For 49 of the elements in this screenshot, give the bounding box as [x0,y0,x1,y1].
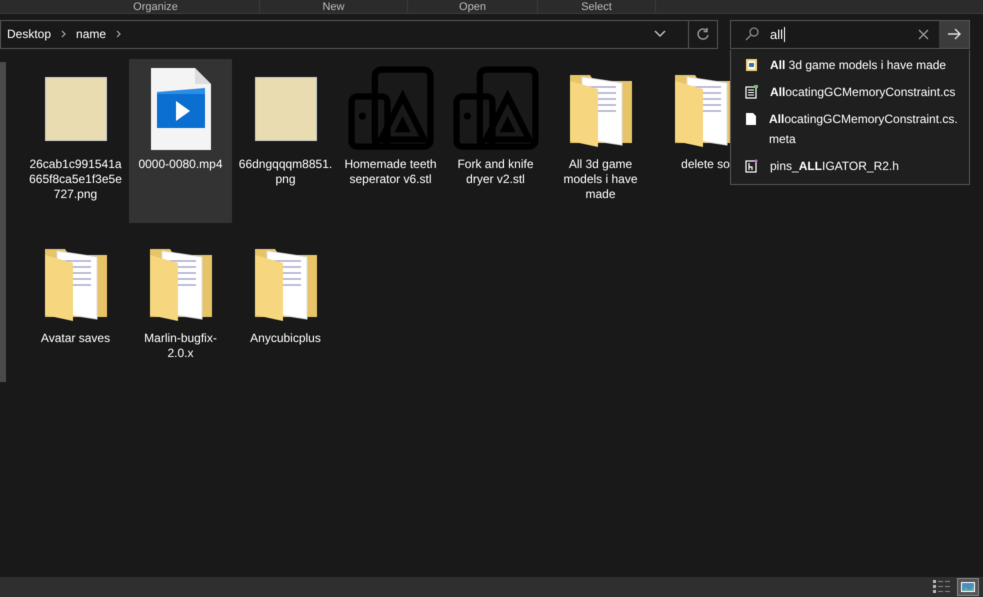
file-item[interactable]: Marlin-bugfix-2.0.x [129,233,232,382]
file-name: Fork and knife dryer v2.stl [456,157,535,187]
address-bar[interactable]: Desktop name [0,20,718,48]
file-name: Avatar saves [40,331,110,346]
file-item[interactable]: Anycubicplus [234,233,337,382]
ribbon-group-label: Open [459,1,486,13]
file-name: 26cab1c991541a665f8ca5e1f3e5e727.png [28,157,123,202]
go-button[interactable] [939,20,969,48]
large-icons-view-button[interactable] [957,578,979,596]
ribbon-group-label: Organize [133,1,178,13]
ribbon-group-label: Select [581,1,612,13]
chevron-icon[interactable] [116,30,122,38]
arrow-icon [947,28,961,40]
search-text: all [770,26,786,42]
video-file-icon [148,66,212,152]
photo-placeholder [44,77,106,141]
picture-icon [961,582,975,592]
search-field[interactable]: all [730,20,970,48]
header-file-icon [745,159,758,173]
file-item[interactable]: 26cab1c991541a665f8ca5e1f3e5e727.png [24,59,127,223]
file-item[interactable]: Avatar saves [24,233,127,382]
stl-file-icon [348,66,434,152]
file-name: 0000-0080.mp4 [138,157,223,172]
photo-placeholder [254,77,316,141]
breadcrumb[interactable]: Desktop [7,25,52,43]
file-name: Marlin-bugfix-2.0.x [143,331,218,361]
file-icon [745,112,757,126]
folder-icon [745,58,758,72]
close-icon[interactable] [918,28,929,40]
code-file-icon [745,85,758,99]
stl-file-icon [452,66,538,152]
file-name: Homemade teeth seperator v6.stl [343,157,438,187]
scrollbar[interactable] [0,62,6,382]
file-name: Anycubicplus [250,331,321,346]
breadcrumb[interactable]: name [76,25,106,43]
file-item[interactable]: Fork and knife dryer v2.stl [444,59,547,223]
refresh-icon[interactable] [696,27,710,41]
chevron-icon[interactable] [61,30,66,38]
ribbon-group-label: New [322,1,344,13]
file-name: 66dngqqqm8851.png [238,157,334,187]
file-name: All 3d game models i have made [562,157,639,202]
file-name: delete so [681,157,730,172]
file-item[interactable]: 0000-0080.mp4 [129,59,232,223]
dropdown-icon[interactable] [654,30,666,38]
details-view-icon[interactable] [933,580,951,594]
file-item[interactable]: 66dngqqqm8851.png [234,59,337,223]
file-item[interactable]: All 3d game models i have made [549,59,652,223]
search-icon [745,27,759,41]
file-item[interactable]: Homemade teeth seperator v6.stl [339,59,442,223]
